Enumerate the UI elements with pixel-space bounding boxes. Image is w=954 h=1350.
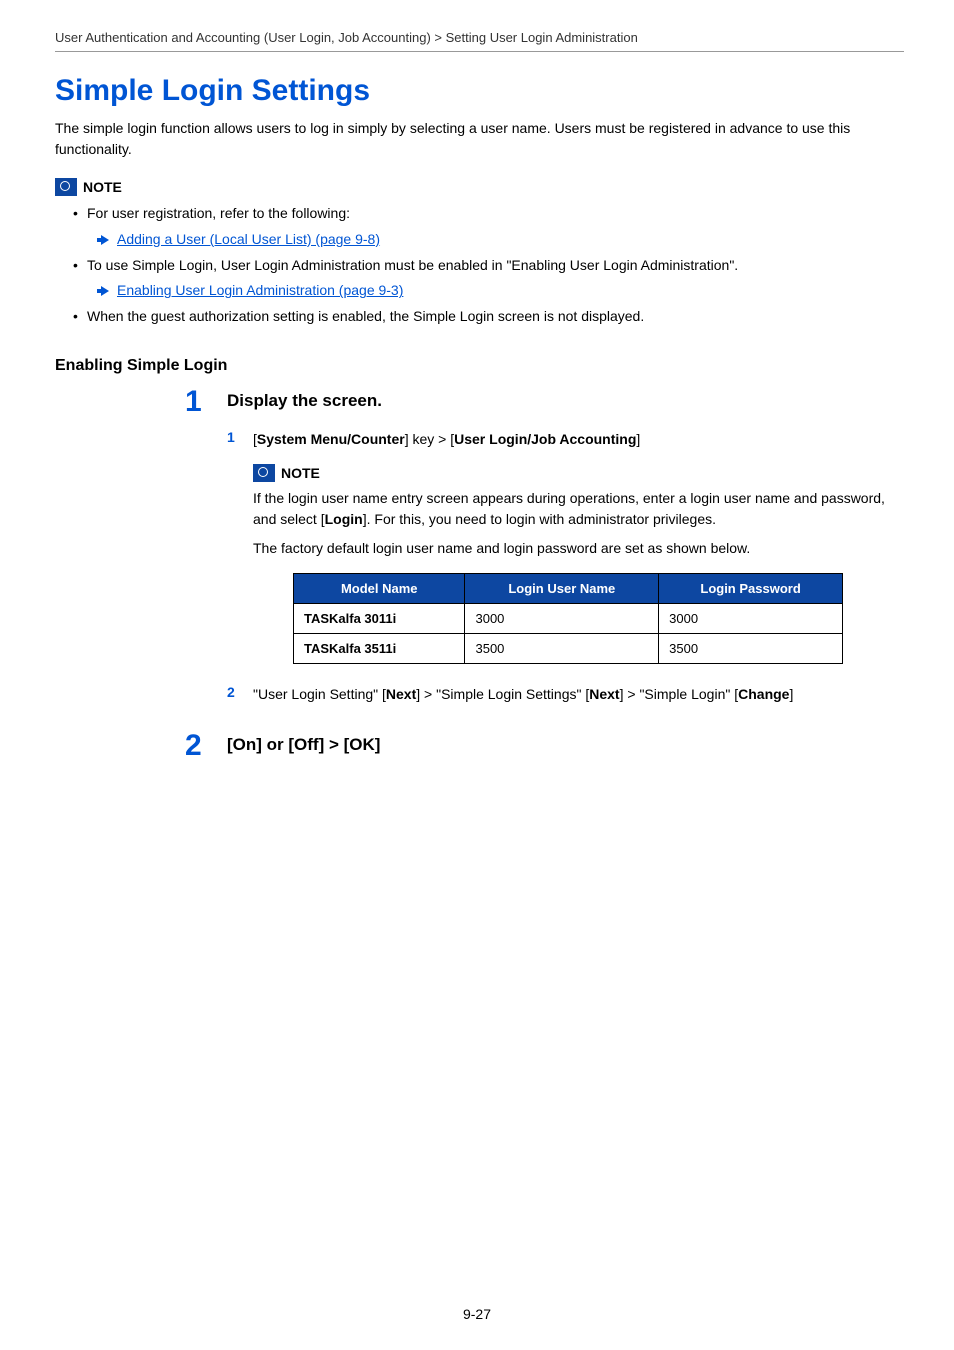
note-list: For user registration, refer to the foll… bbox=[55, 202, 904, 329]
step-number-2: 2 bbox=[185, 731, 227, 773]
xref-enabling-admin[interactable]: Enabling User Login Administration (page… bbox=[117, 279, 403, 303]
credentials-table: Model Name Login User Name Login Passwor… bbox=[293, 573, 843, 664]
inner-note-p2: The factory default login user name and … bbox=[253, 538, 904, 559]
table-row: TASKalfa 3011i 3000 3000 bbox=[294, 603, 843, 633]
table-row: TASKalfa 3511i 3500 3500 bbox=[294, 633, 843, 663]
note-icon bbox=[253, 464, 275, 482]
note-item-2: To use Simple Login, User Login Administ… bbox=[87, 257, 738, 273]
substep-number-2: 2 bbox=[227, 684, 253, 705]
substep-2-text: "User Login Setting" [Next] > "Simple Lo… bbox=[253, 684, 904, 705]
step-title-1: Display the screen. bbox=[227, 391, 904, 411]
arrow-icon bbox=[101, 286, 109, 296]
page-title: Simple Login Settings bbox=[55, 74, 904, 108]
substep-1-text: [System Menu/Counter] key > [User Login/… bbox=[253, 429, 904, 450]
note-item-3: When the guest authorization setting is … bbox=[87, 308, 644, 324]
xref-adding-user[interactable]: Adding a User (Local User List) (page 9-… bbox=[117, 228, 380, 252]
substep-number-1: 1 bbox=[227, 429, 253, 450]
note-label: NOTE bbox=[83, 179, 122, 195]
table-header-username: Login User Name bbox=[465, 573, 659, 603]
inner-note-p1: If the login user name entry screen appe… bbox=[253, 488, 904, 530]
page-number: 9-27 bbox=[0, 1306, 954, 1322]
table-header-model: Model Name bbox=[294, 573, 465, 603]
note-label: NOTE bbox=[281, 465, 320, 481]
section-heading: Enabling Simple Login bbox=[55, 357, 904, 375]
step-title-2: [On] or [Off] > [OK] bbox=[227, 735, 904, 755]
breadcrumb: User Authentication and Accounting (User… bbox=[55, 30, 904, 52]
intro-text: The simple login function allows users t… bbox=[55, 118, 904, 160]
table-header-password: Login Password bbox=[659, 573, 843, 603]
arrow-icon bbox=[101, 235, 109, 245]
step-number-1: 1 bbox=[185, 387, 227, 719]
note-icon bbox=[55, 178, 77, 196]
note-item-1: For user registration, refer to the foll… bbox=[87, 205, 350, 221]
